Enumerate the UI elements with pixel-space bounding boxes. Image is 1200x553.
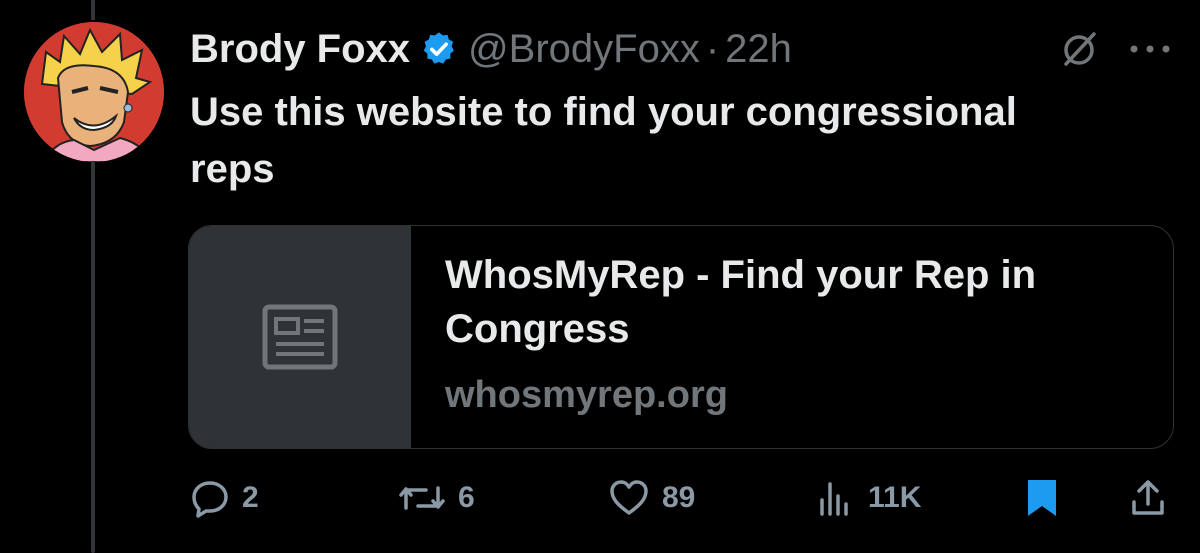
action-bar: 2 6 89 11K bbox=[0, 470, 1200, 526]
views-icon bbox=[820, 482, 848, 516]
repost-icon bbox=[399, 486, 445, 510]
separator-dot: · bbox=[705, 27, 720, 71]
share-icon bbox=[1132, 480, 1164, 515]
repost-button[interactable]: 6 bbox=[398, 470, 475, 526]
tweet-timestamp[interactable]: 22h bbox=[725, 24, 792, 74]
view-count: 11K bbox=[868, 481, 922, 514]
thread-line-top bbox=[91, 0, 95, 20]
like-count: 89 bbox=[662, 481, 696, 514]
reply-button[interactable]: 2 bbox=[190, 470, 259, 526]
link-card-domain: whosmyrep.org bbox=[445, 374, 728, 416]
more-icon[interactable] bbox=[1124, 28, 1176, 70]
avatar[interactable] bbox=[24, 22, 164, 162]
heart-icon bbox=[610, 480, 648, 515]
author-handle[interactable]: @BrodyFoxx bbox=[468, 24, 700, 74]
bookmark-button[interactable] bbox=[1024, 470, 1060, 526]
share-button[interactable] bbox=[1128, 470, 1168, 526]
bookmark-icon bbox=[1028, 480, 1056, 516]
like-button[interactable]: 89 bbox=[608, 470, 695, 526]
tweet-header: Brody Foxx @BrodyFoxx · 22h bbox=[190, 24, 792, 74]
link-card-thumbnail bbox=[189, 226, 411, 448]
article-icon bbox=[262, 304, 338, 370]
views-button[interactable]: 11K bbox=[816, 470, 921, 526]
link-card[interactable]: WhosMyRep - Find your Rep in Congress wh… bbox=[188, 225, 1174, 449]
author-name[interactable]: Brody Foxx bbox=[190, 24, 410, 74]
reply-icon bbox=[192, 481, 228, 518]
repost-count: 6 bbox=[458, 481, 475, 514]
grok-icon[interactable] bbox=[1058, 28, 1100, 70]
link-card-title: WhosMyRep - Find your Rep in Congress bbox=[445, 253, 1037, 351]
tweet-text: Use this website to find your congressio… bbox=[190, 90, 1017, 191]
reply-count: 2 bbox=[242, 481, 259, 514]
verified-badge-icon bbox=[423, 32, 454, 64]
